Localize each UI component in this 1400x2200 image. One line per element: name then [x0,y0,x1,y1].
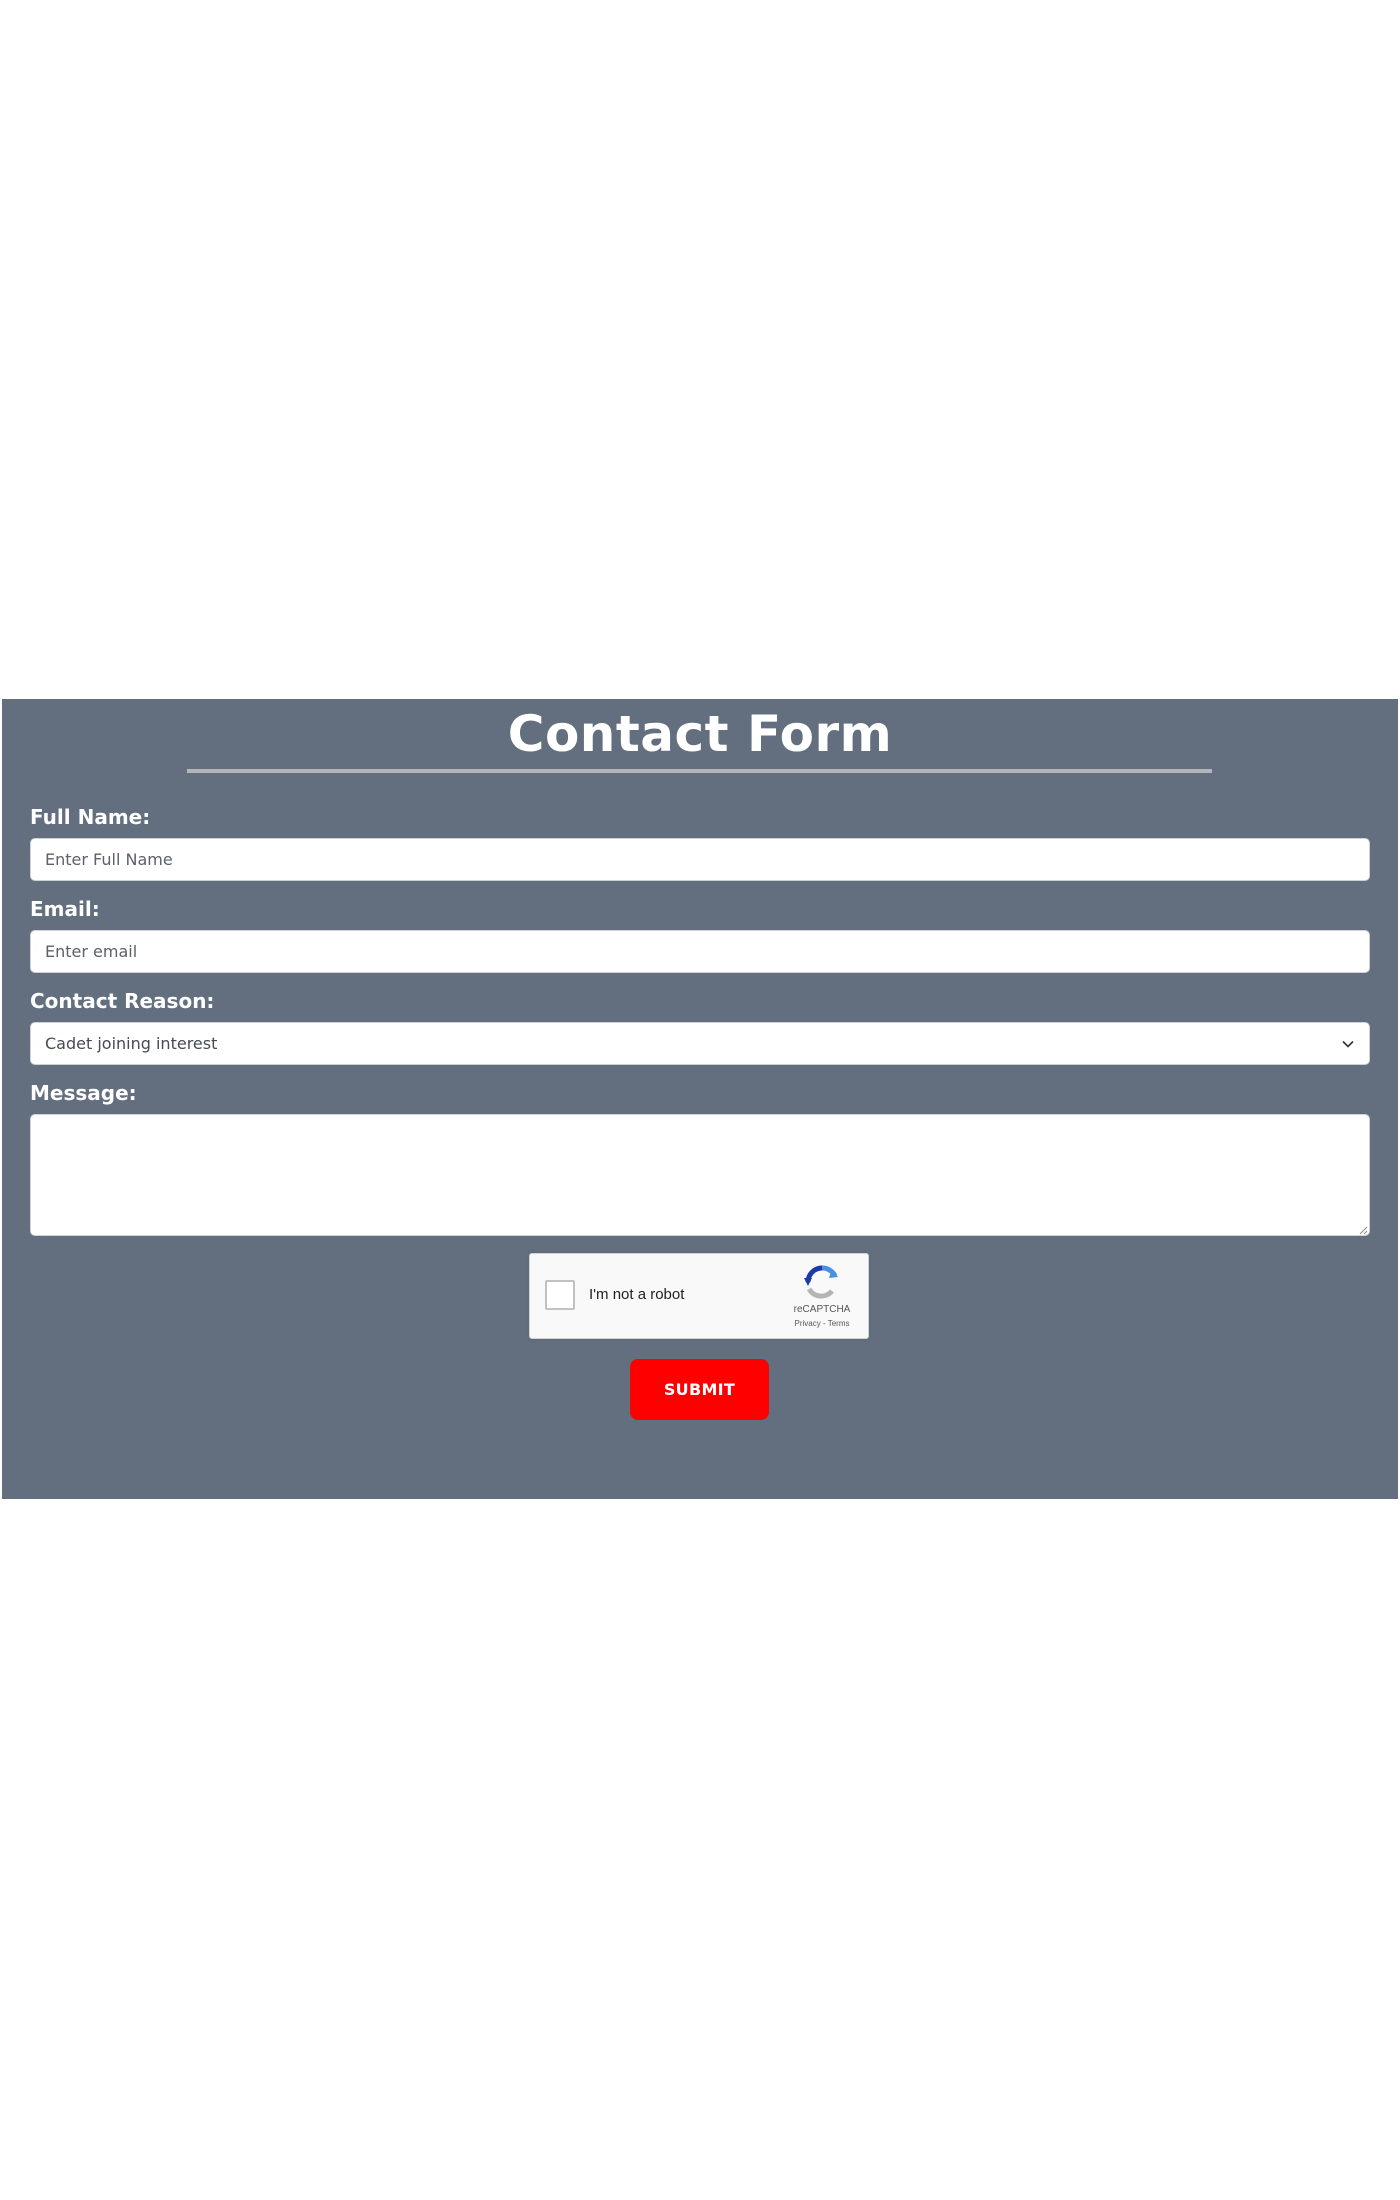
recaptcha-privacy-terms-links[interactable]: Privacy - Terms [780,1319,864,1328]
contact-form-panel: Contact Form Full Name: Email: Contact R… [2,699,1398,1499]
title-divider [187,769,1212,773]
resize-grip-icon[interactable] [1358,1222,1368,1235]
contact-reason-selected-value: Cadet joining interest [45,1034,218,1053]
contact-reason-label: Contact Reason: [30,989,215,1013]
chevron-down-icon [1341,1037,1355,1051]
recaptcha-widget: I'm not a robot reCAPTCHA Privacy - Term… [529,1253,869,1339]
recaptcha-logo-icon [802,1264,842,1300]
email-label: Email: [30,897,100,921]
captcha-label: I'm not a robot [589,1286,685,1303]
full-name-input[interactable] [30,838,1370,881]
full-name-label: Full Name: [30,805,151,829]
message-label: Message: [30,1081,137,1105]
recaptcha-brand: reCAPTCHA [793,1304,851,1315]
message-textarea[interactable] [30,1114,1370,1236]
submit-button[interactable]: SUBMIT [630,1359,769,1420]
message-field-wrapper [2,1114,1400,1236]
form-title: Contact Form [507,705,893,763]
page: Contact Form Full Name: Email: Contact R… [0,0,1400,2200]
email-input[interactable] [30,930,1370,973]
captcha-checkbox[interactable] [545,1280,575,1310]
contact-reason-select[interactable]: Cadet joining interest [30,1022,1370,1065]
